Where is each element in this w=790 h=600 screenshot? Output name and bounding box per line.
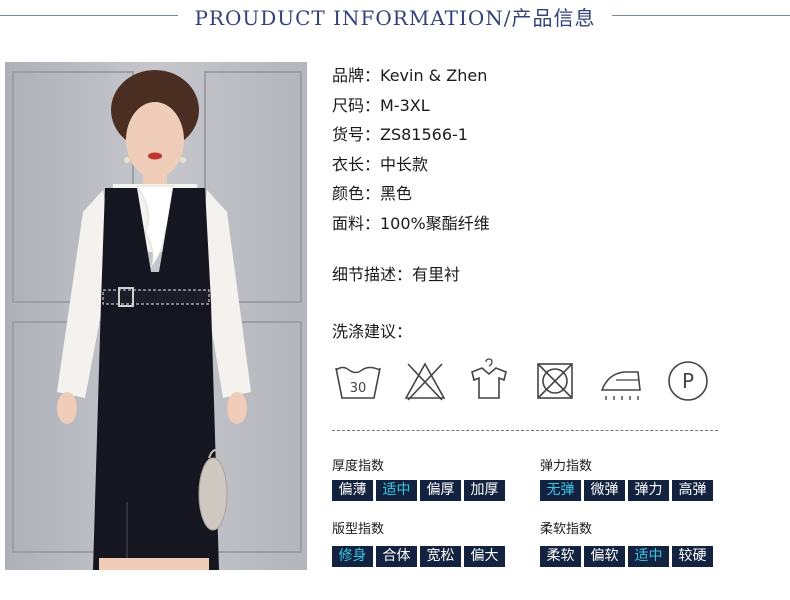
- product-photo: [5, 62, 307, 570]
- thickness-option-tag: 适中: [376, 480, 417, 501]
- fit-option-tag: 宽松: [420, 546, 461, 567]
- thickness-option-tag: 偏厚: [420, 480, 461, 501]
- softness-index-label: 柔软指数: [540, 522, 593, 537]
- softness-option-tag: 适中: [628, 546, 669, 567]
- care-icons: 30 P: [332, 358, 732, 408]
- softness-option-tag: 较硬: [672, 546, 713, 567]
- info-size: 尺码：M-3XL: [332, 95, 430, 115]
- detail-description: 细节描述：有里衬: [332, 265, 461, 284]
- elasticity-index-row: 无弹 微弹 弹力 高弹: [540, 480, 713, 501]
- softness-option-tag: 柔软: [540, 546, 581, 567]
- info-length: 衣长：中长款: [332, 154, 429, 174]
- fit-option-tag: 偏大: [464, 546, 505, 567]
- elasticity-index-label: 弹力指数: [540, 459, 593, 474]
- fit-option-tag: 修身: [332, 546, 373, 567]
- section-header: PROUDUCT INFORMATION/产品信息: [0, 0, 790, 34]
- header-right-rule: [612, 15, 790, 16]
- info-brand: 品牌：Kevin & Zhen: [332, 66, 488, 85]
- fit-option-tag: 合体: [376, 546, 417, 567]
- thickness-option-tag: 偏薄: [332, 480, 373, 501]
- hang-dry-icon: [471, 358, 507, 399]
- no-tumble-dry-icon: [537, 363, 573, 399]
- thickness-index-label: 厚度指数: [332, 459, 385, 474]
- softness-index-row: 柔软 偏软 适中 较硬: [540, 546, 713, 567]
- fit-index-row: 修身 合体 宽松 偏大: [332, 546, 505, 567]
- dry-clean-letter: P: [682, 369, 694, 393]
- thickness-option-tag: 加厚: [464, 480, 505, 501]
- fit-index-label: 版型指数: [332, 522, 385, 537]
- info-fabric: 面料：100%聚酯纤维: [332, 213, 490, 233]
- no-bleach-icon: [404, 362, 446, 401]
- dry-clean-p-icon: P: [668, 361, 708, 401]
- iron-icon: [600, 371, 641, 400]
- wash-30-icon: 30: [335, 366, 381, 399]
- info-color: 颜色：黑色: [332, 184, 413, 203]
- wash-care-title: 洗涤建议：: [332, 322, 413, 341]
- elasticity-option-tag: 微弹: [584, 480, 625, 501]
- dashed-divider: [332, 430, 718, 431]
- elasticity-option-tag: 高弹: [672, 480, 713, 501]
- info-item-number: 货号：ZS81566-1: [332, 125, 468, 144]
- wash-temp-label: 30: [350, 381, 367, 396]
- softness-option-tag: 偏软: [584, 546, 625, 567]
- product-info-list: 品牌：Kevin & Zhen 尺码：M-3XL 货号：ZS81566-1 衣长…: [332, 64, 490, 241]
- thickness-index-row: 偏薄 适中 偏厚 加厚: [332, 480, 505, 501]
- elasticity-option-tag: 无弹: [540, 480, 581, 501]
- section-title: PROUDUCT INFORMATION/产品信息: [194, 6, 596, 30]
- elasticity-option-tag: 弹力: [628, 480, 669, 501]
